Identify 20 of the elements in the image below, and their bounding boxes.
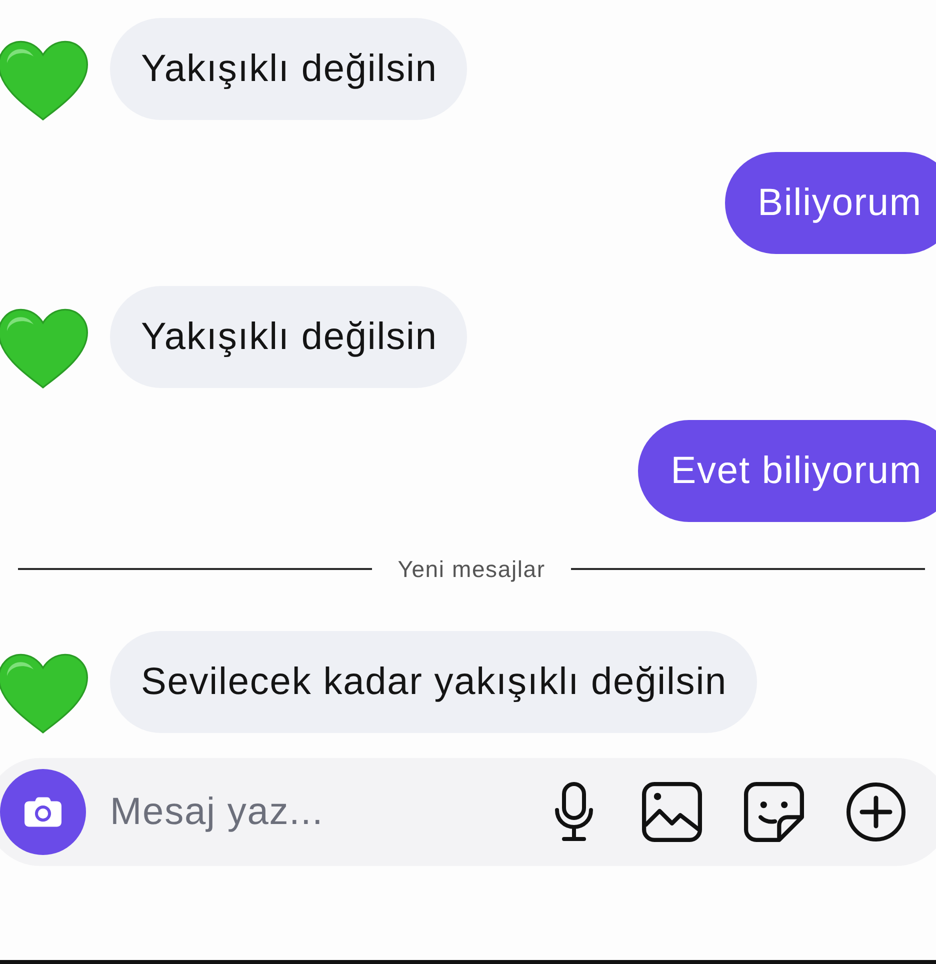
camera-button[interactable] — [0, 769, 86, 855]
heart-icon — [0, 40, 88, 122]
sticker-button[interactable] — [744, 782, 804, 842]
message-bubble: Yakışıklı değilsin — [110, 18, 468, 120]
image-button[interactable] — [642, 782, 702, 842]
message-bubble: Yakışıklı değilsin — [110, 286, 468, 388]
new-messages-label: Yeni mesajlar — [398, 556, 546, 582]
message-input[interactable]: Mesaj yaz... — [110, 785, 512, 839]
add-button[interactable] — [846, 782, 906, 842]
message-bubble: Biliyorum — [724, 152, 936, 254]
microphone-icon — [554, 782, 594, 842]
microphone-button[interactable] — [554, 782, 594, 842]
message-bubble: Sevilecek kadar yakışıklı değilsin — [110, 631, 758, 733]
image-icon — [642, 782, 702, 842]
plus-circle-icon — [846, 782, 906, 842]
heart-icon — [0, 308, 88, 390]
sticker-icon — [744, 782, 804, 842]
message-bubble: Evet biliyorum — [638, 420, 936, 522]
heart-icon — [0, 653, 88, 735]
camera-icon — [24, 796, 62, 828]
